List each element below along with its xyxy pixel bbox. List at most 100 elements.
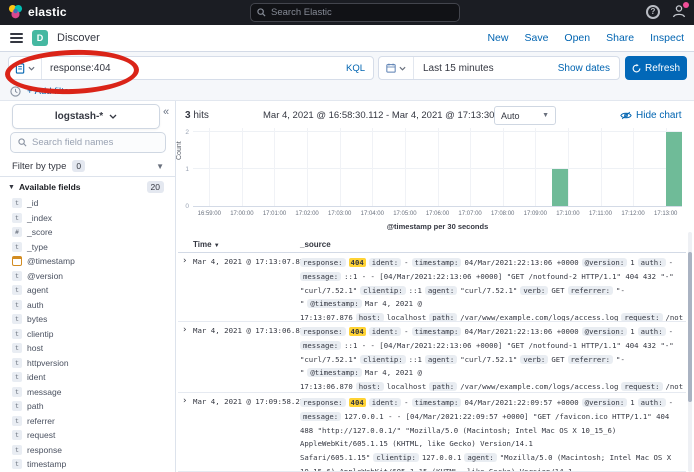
time-column-header[interactable]: Time ▼ <box>193 240 220 249</box>
y-tick-label: 2 <box>175 129 189 136</box>
top-menu-inspect[interactable]: Inspect <box>650 32 684 44</box>
user-avatar[interactable] <box>672 4 688 20</box>
field-key: ident: <box>369 327 401 336</box>
filter-by-type[interactable]: Filter by type 0 ▼ <box>0 156 176 177</box>
doc-time: Mar 4, 2021 @ 17:09:58.278 <box>193 397 309 406</box>
field-key: referrer: <box>568 286 614 295</box>
field-item-agent[interactable]: tagent <box>0 283 176 298</box>
field-type-icon: t <box>12 271 22 281</box>
field-key: path: <box>429 382 457 391</box>
field-item-request[interactable]: trequest <box>0 428 176 443</box>
index-pattern-select[interactable]: logstash-* <box>12 104 160 129</box>
x-tick-label: 17:10:00 <box>556 211 579 217</box>
field-item-message[interactable]: tmessage <box>0 385 176 400</box>
calendar-menu[interactable] <box>379 57 414 79</box>
field-item-bytes[interactable]: tbytes <box>0 312 176 327</box>
top-menu-save[interactable]: Save <box>524 32 548 44</box>
chevron-down-icon <box>28 66 35 71</box>
field-item-_id[interactable]: t_id <box>0 196 176 211</box>
field-key: timestamp: <box>412 258 462 267</box>
field-type-icon: t <box>12 430 22 440</box>
field-key: auth: <box>638 258 666 267</box>
menu-icon[interactable] <box>10 33 23 45</box>
field-item-ident[interactable]: tident <box>0 370 176 385</box>
histogram-bar-17:13:00[interactable] <box>666 132 682 206</box>
query-language-button[interactable]: KQL <box>346 63 373 74</box>
calendar-icon <box>386 63 396 73</box>
field-key: message: <box>300 272 341 281</box>
kibana-discover-screen: elastic Search Elastic ? D Discover NewS… <box>0 0 694 472</box>
global-header: elastic Search Elastic ? <box>0 0 694 25</box>
field-item-response[interactable]: tresponse <box>0 443 176 458</box>
elastic-logo[interactable]: elastic <box>8 4 67 19</box>
x-tick-label: 17:13:00 <box>654 211 677 217</box>
field-item-_index[interactable]: t_index <box>0 211 176 226</box>
field-name: response <box>27 445 62 455</box>
scrollbar[interactable] <box>688 232 692 472</box>
field-item-_type[interactable]: t_type <box>0 240 176 255</box>
scrollbar-thumb[interactable] <box>688 252 692 402</box>
field-key: timestamp: <box>412 398 462 407</box>
x-tick-label: 17:07:00 <box>458 211 481 217</box>
field-item-@version[interactable]: t@version <box>0 269 176 284</box>
highlighted-value: 404 <box>349 398 366 407</box>
interval-select[interactable]: Auto ▼ <box>494 106 556 125</box>
refresh-button[interactable]: Refresh <box>625 56 687 80</box>
field-type-icon: t <box>12 314 22 324</box>
field-item-referrer[interactable]: treferrer <box>0 414 176 429</box>
clock-icon[interactable] <box>10 86 21 97</box>
time-range-value[interactable]: Last 15 minutes <box>414 63 558 74</box>
hide-chart-button[interactable]: Hide chart <box>620 110 682 121</box>
top-menu-open[interactable]: Open <box>564 32 590 44</box>
field-type-icon: t <box>12 329 22 339</box>
field-type-icon: t <box>12 285 22 295</box>
field-item-timestamp[interactable]: ttimestamp <box>0 457 176 472</box>
field-value: 1 <box>630 327 634 336</box>
query-input[interactable]: response:404 KQL <box>8 56 374 80</box>
field-item-httpversion[interactable]: thttpversion <box>0 356 176 371</box>
histogram-bar-17:09:30[interactable] <box>552 169 568 206</box>
doc-time: Mar 4, 2021 @ 17:13:06.870 <box>193 326 309 335</box>
field-key: referrer: <box>568 355 614 364</box>
field-type-icon: t <box>12 358 22 368</box>
field-key: @timestamp: <box>307 299 361 308</box>
brand-name: elastic <box>28 5 67 19</box>
doc-row: ›Mar 4, 2021 @ 17:13:06.870response:404i… <box>178 322 686 393</box>
histogram-plot[interactable] <box>193 128 682 207</box>
collapse-sidebar-icon[interactable]: « <box>163 106 169 118</box>
field-name: bytes <box>27 314 47 324</box>
field-type-icon: t <box>12 343 22 353</box>
global-search-input[interactable]: Search Elastic <box>250 3 460 22</box>
show-dates-button[interactable]: Show dates <box>558 63 619 74</box>
field-value: /var/www/example.com/logs/access.log <box>460 313 618 322</box>
field-search-input[interactable]: Search field names <box>10 132 166 153</box>
field-item-_score[interactable]: #_score <box>0 225 176 240</box>
field-value: 04/Mar/2021:22:13:06 +0000 <box>464 327 578 336</box>
chevron-down-icon: ▼ <box>156 162 164 171</box>
field-type-icon: t <box>12 213 22 223</box>
field-item-clientip[interactable]: tclientip <box>0 327 176 342</box>
field-item-@timestamp[interactable]: @timestamp <box>0 254 176 269</box>
field-item-path[interactable]: tpath <box>0 399 176 414</box>
saved-query-menu[interactable] <box>9 57 42 79</box>
field-key: request: <box>621 313 662 322</box>
field-name: _type <box>27 242 48 252</box>
query-text[interactable]: response:404 <box>42 63 346 74</box>
top-menu-new[interactable]: New <box>487 32 508 44</box>
top-menu-share[interactable]: Share <box>606 32 634 44</box>
field-item-host[interactable]: thost <box>0 341 176 356</box>
x-tick-label: 17:02:00 <box>295 211 318 217</box>
field-value: ::1 <box>409 355 422 364</box>
field-item-auth[interactable]: tauth <box>0 298 176 313</box>
add-filter-button[interactable]: + Add filter <box>27 86 72 97</box>
help-icon[interactable]: ? <box>646 5 660 19</box>
field-name: auth <box>27 300 44 310</box>
field-key: auth: <box>638 327 666 336</box>
available-fields-header[interactable]: ▼ Available fields 20 <box>0 180 176 194</box>
expand-row-icon[interactable]: › <box>182 256 187 266</box>
expand-row-icon[interactable]: › <box>182 325 187 335</box>
field-key: path: <box>429 313 457 322</box>
refresh-label: Refresh <box>645 63 680 74</box>
expand-row-icon[interactable]: › <box>182 396 187 406</box>
field-name: path <box>27 401 44 411</box>
